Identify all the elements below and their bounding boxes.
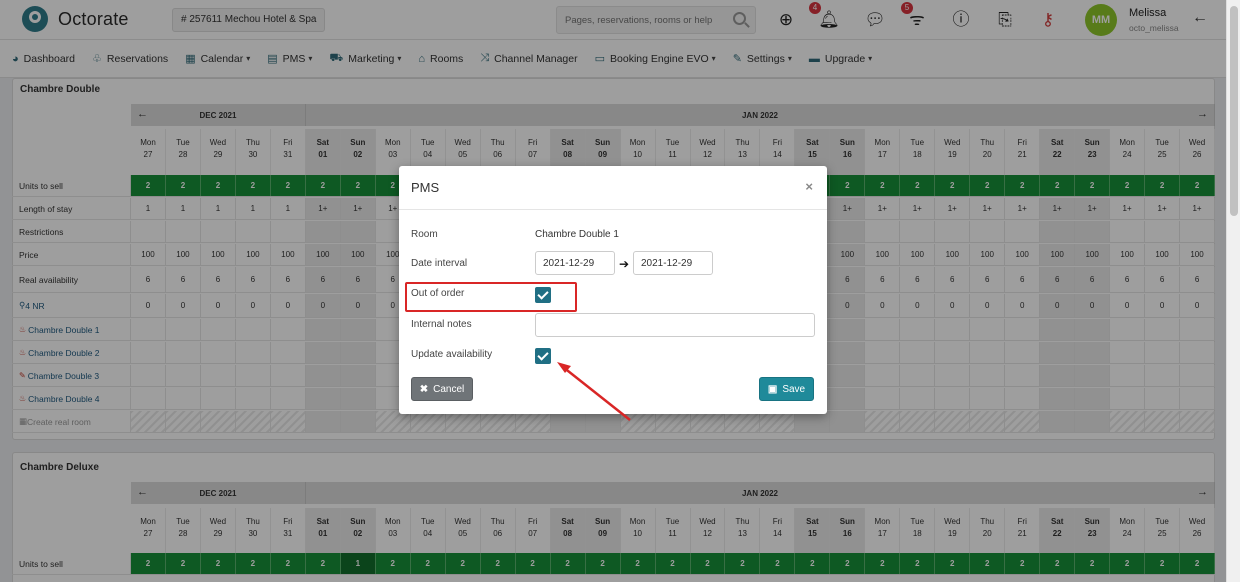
close-icon[interactable]: ×	[805, 179, 813, 194]
floppy-icon: ▣	[767, 383, 778, 395]
internal-notes-label: Internal notes	[411, 319, 472, 330]
date-from-input[interactable]	[535, 251, 615, 275]
save-label: Save	[782, 383, 806, 395]
pms-modal: PMS × Room Chambre Double 1 Date interva…	[399, 166, 827, 414]
x-icon: ✖	[419, 383, 429, 395]
date-to-input[interactable]	[633, 251, 713, 275]
modal-header: PMS ×	[399, 166, 827, 210]
cancel-button[interactable]: ✖ Cancel	[411, 377, 473, 401]
internal-notes-input[interactable]	[535, 313, 815, 337]
arrow-right-icon: ➔	[619, 257, 630, 271]
page-scrollbar[interactable]	[1226, 0, 1240, 582]
modal-title: PMS	[411, 180, 440, 195]
scroll-thumb[interactable]	[1230, 6, 1238, 216]
update-availability-label: Update availability	[411, 349, 493, 360]
highlight-box	[405, 282, 577, 312]
update-availability-checkbox[interactable]	[535, 348, 551, 364]
room-label: Room	[411, 229, 438, 240]
date-interval-label: Date interval	[411, 258, 468, 269]
room-value: Chambre Double 1	[535, 229, 619, 240]
save-button[interactable]: ▣ Save	[759, 377, 814, 401]
cancel-label: Cancel	[433, 383, 465, 395]
